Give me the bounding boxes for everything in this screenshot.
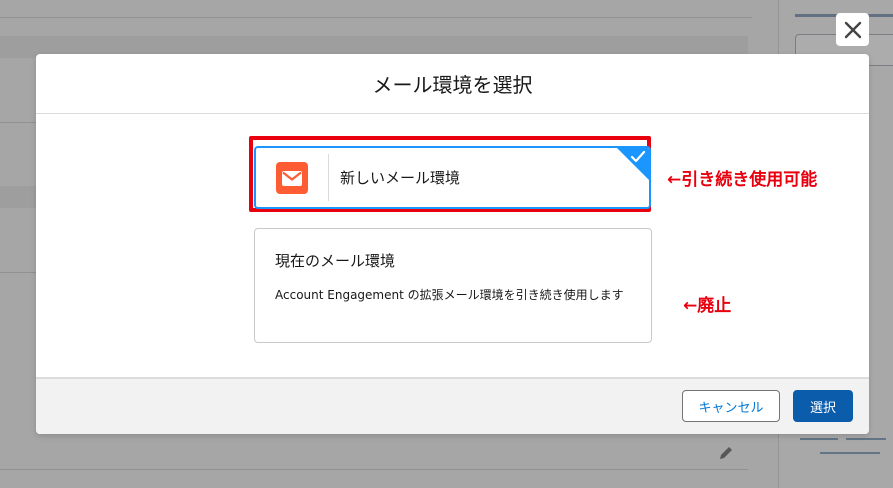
select-button[interactable]: 選択 — [793, 390, 853, 422]
modal-header: メール環境を選択 — [36, 54, 869, 114]
modal-title: メール環境を選択 — [372, 73, 533, 97]
option-divider — [328, 154, 329, 201]
annotation-deprecated: ←廃止 — [683, 296, 732, 316]
annotation-still-available: ←引き続き使用可能 — [667, 170, 818, 190]
option-label: 現在のメール環境 — [275, 252, 396, 270]
checkmark-icon — [630, 150, 646, 163]
close-icon — [844, 21, 861, 38]
option-description: Account Engagement の拡張メール環境を引き続き使用します — [275, 288, 624, 302]
cancel-button[interactable]: キャンセル — [682, 390, 780, 422]
option-new-email-environment[interactable]: 新しいメール環境 — [254, 146, 651, 209]
email-icon — [276, 162, 308, 194]
close-button[interactable] — [836, 13, 869, 46]
option-current-email-environment[interactable]: 現在のメール環境 Account Engagement の拡張メール環境を引き続… — [254, 228, 652, 343]
option-label: 新しいメール環境 — [340, 169, 461, 187]
